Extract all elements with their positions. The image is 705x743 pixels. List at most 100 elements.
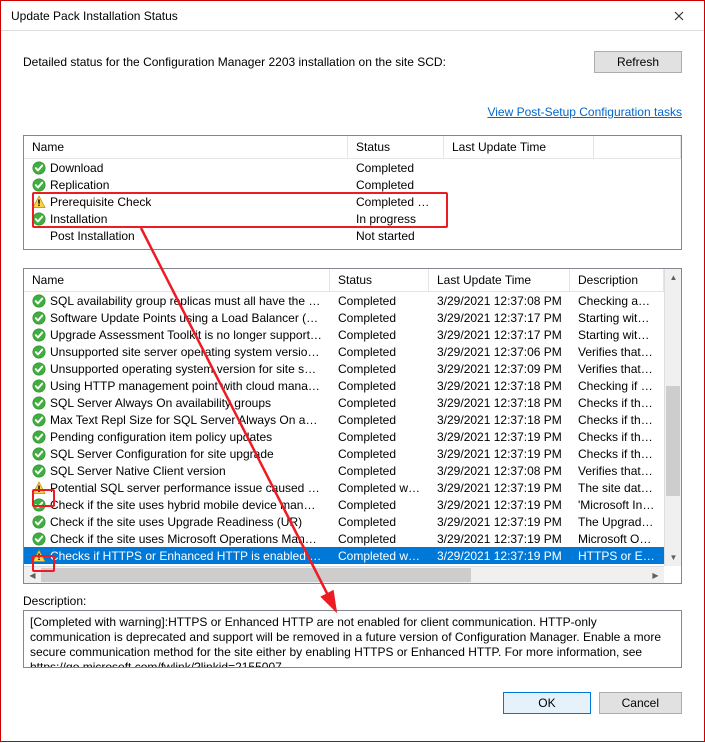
row-desc: Checking if HTTP	[570, 379, 664, 393]
row-time: 3/29/2021 12:37:17 PM	[429, 328, 570, 342]
row-status: Completed	[330, 379, 429, 393]
row-time: 3/29/2021 12:37:08 PM	[429, 464, 570, 478]
row-desc: HTTPS or Enhanc	[570, 549, 664, 563]
detail-text: Detailed status for the Configuration Ma…	[23, 55, 446, 69]
refresh-button[interactable]: Refresh	[594, 51, 682, 73]
row-status: Completed	[330, 413, 429, 427]
row-time: 3/29/2021 12:37:06 PM	[429, 345, 570, 359]
row-status: Completed with ...	[330, 481, 429, 495]
checks-grid[interactable]: Name Status Last Update Time Description…	[23, 268, 682, 584]
col-spacer	[594, 136, 681, 158]
row-name: Check if the site uses hybrid mobile dev…	[50, 498, 322, 512]
row-status: Completed	[330, 396, 429, 410]
row-time: 3/29/2021 12:37:18 PM	[429, 396, 570, 410]
table-row[interactable]: Prerequisite CheckCompleted with ...	[24, 193, 681, 210]
scroll-thumb[interactable]	[41, 568, 471, 582]
table-row[interactable]: Checks if HTTPS or Enhanced HTTP is enab…	[24, 547, 681, 564]
phases-grid[interactable]: Name Status Last Update Time DownloadCom…	[23, 135, 682, 250]
close-button[interactable]	[656, 1, 702, 31]
scroll-right-icon[interactable]: ▶	[647, 567, 664, 584]
table-row[interactable]: Check if the site uses hybrid mobile dev…	[24, 496, 681, 513]
row-name: Unsupported site server operating system…	[50, 345, 322, 359]
vertical-scrollbar[interactable]: ▲ ▼	[664, 269, 681, 566]
table-row[interactable]: Check if the site uses Microsoft Operati…	[24, 530, 681, 547]
horizontal-scrollbar[interactable]: ◀ ▶	[24, 566, 664, 583]
row-time: 3/29/2021 12:37:19 PM	[429, 532, 570, 546]
table-row[interactable]: Potential SQL server performance issue c…	[24, 479, 681, 496]
table-row[interactable]: Post InstallationNot started	[24, 227, 681, 244]
row-time: 3/29/2021 12:37:19 PM	[429, 447, 570, 461]
scroll-up-icon[interactable]: ▲	[665, 269, 682, 286]
table-row[interactable]: SQL Server Native Client versionComplete…	[24, 462, 681, 479]
warning-icon	[32, 481, 46, 495]
table-row[interactable]: Unsupported operating system version for…	[24, 360, 681, 377]
col-status[interactable]: Status	[348, 136, 444, 158]
table-row[interactable]: Check if the site uses Upgrade Readiness…	[24, 513, 681, 530]
scroll-down-icon[interactable]: ▼	[665, 549, 682, 566]
table-row[interactable]: Max Text Repl Size for SQL Server Always…	[24, 411, 681, 428]
table-row[interactable]: SQL Server Configuration for site upgrad…	[24, 445, 681, 462]
table-row[interactable]: Pending configuration item policy update…	[24, 428, 681, 445]
row-time: 3/29/2021 12:37:18 PM	[429, 379, 570, 393]
row-name: Check if the site uses Microsoft Operati…	[50, 532, 322, 546]
description-label: Description:	[23, 594, 682, 608]
row-time: 3/29/2021 12:37:09 PM	[429, 362, 570, 376]
row-name: Potential SQL server performance issue c…	[50, 481, 322, 495]
row-desc: Microsoft Operatio	[570, 532, 664, 546]
dialog-content: Detailed status for the Configuration Ma…	[1, 31, 704, 678]
dialog-footer: OK Cancel	[1, 678, 704, 714]
row-name: SQL Server Always On availability groups	[50, 396, 271, 410]
row-desc: Verifies that the site	[570, 362, 664, 376]
row-status: Completed	[330, 294, 429, 308]
col-time[interactable]: Last Update Time	[444, 136, 594, 158]
check-circle-icon	[32, 515, 46, 529]
check-circle-icon	[32, 464, 46, 478]
table-row[interactable]: Unsupported site server operating system…	[24, 343, 681, 360]
scroll-thumb[interactable]	[666, 386, 680, 496]
cancel-button[interactable]: Cancel	[599, 692, 682, 714]
check-circle-icon	[32, 294, 46, 308]
check-circle-icon	[32, 178, 46, 192]
col-name[interactable]: Name	[24, 136, 348, 158]
row-status: Not started	[348, 229, 444, 243]
row-name: Replication	[50, 178, 109, 192]
check-circle-icon	[32, 532, 46, 546]
checks-grid-header: Name Status Last Update Time Description	[24, 269, 681, 292]
row-status: Completed	[330, 464, 429, 478]
row-name: Check if the site uses Upgrade Readiness…	[50, 515, 302, 529]
row-status: Completed	[330, 447, 429, 461]
row-time: 3/29/2021 12:37:19 PM	[429, 515, 570, 529]
col-name[interactable]: Name	[24, 269, 330, 291]
table-row[interactable]: DownloadCompleted	[24, 159, 681, 176]
table-row[interactable]: SQL Server Always On availability groups…	[24, 394, 681, 411]
col-time[interactable]: Last Update Time	[429, 269, 570, 291]
col-status[interactable]: Status	[330, 269, 429, 291]
row-status: Completed	[330, 515, 429, 529]
ok-button[interactable]: OK	[503, 692, 590, 714]
row-desc: Checking availabili	[570, 294, 664, 308]
check-circle-icon	[32, 362, 46, 376]
table-row[interactable]: SQL availability group replicas must all…	[24, 292, 681, 309]
check-circle-icon	[32, 447, 46, 461]
row-status: Completed	[330, 311, 429, 325]
check-circle-icon	[32, 161, 46, 175]
row-status: Completed with ...	[330, 549, 429, 563]
row-name: Installation	[50, 212, 107, 226]
check-circle-icon	[32, 311, 46, 325]
check-circle-icon	[32, 379, 46, 393]
check-circle-icon	[32, 430, 46, 444]
post-setup-link[interactable]: View Post-Setup Configuration tasks	[487, 105, 682, 119]
close-icon	[674, 11, 684, 21]
table-row[interactable]: ReplicationCompleted	[24, 176, 681, 193]
col-desc[interactable]: Description	[570, 269, 664, 291]
check-circle-icon	[32, 328, 46, 342]
table-row[interactable]: Software Update Points using a Load Bala…	[24, 309, 681, 326]
table-row[interactable]: Using HTTP management point with cloud m…	[24, 377, 681, 394]
row-name: Prerequisite Check	[50, 195, 151, 209]
table-row[interactable]: Upgrade Assessment Toolkit is no longer …	[24, 326, 681, 343]
check-circle-icon	[32, 413, 46, 427]
table-row[interactable]: InstallationIn progress	[24, 210, 681, 227]
description-box[interactable]: [Completed with warning]:HTTPS or Enhanc…	[23, 610, 682, 668]
row-name: Download	[50, 161, 103, 175]
scroll-left-icon[interactable]: ◀	[24, 567, 41, 584]
